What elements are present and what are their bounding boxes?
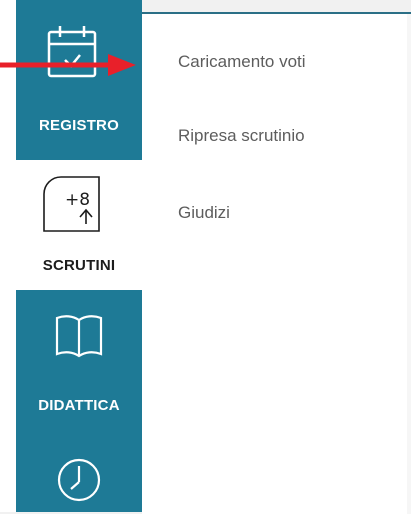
sidebar-item-registro[interactable]: REGISTRO xyxy=(16,0,142,160)
svg-text:+8: +8 xyxy=(65,190,90,210)
sidebar-item-label: REGISTRO xyxy=(39,117,119,134)
red-arrow-icon xyxy=(0,54,136,76)
book-icon xyxy=(55,315,103,358)
submenu-scrollbar[interactable] xyxy=(407,14,411,514)
grade-plus-icon: +8 xyxy=(43,176,100,232)
sidebar-item-label: SCRUTINI xyxy=(42,257,116,274)
sidebar-item-label: DIDATTICA xyxy=(38,397,120,414)
submenu-item-giudizi[interactable]: Giudizi xyxy=(178,203,230,223)
submenu-item-ripresa-scrutinio[interactable]: Ripresa scrutinio xyxy=(178,126,305,146)
submenu-item-caricamento-voti[interactable]: Caricamento voti xyxy=(178,52,306,72)
submenu-panel: Caricamento voti Ripresa scrutinio Giudi… xyxy=(142,12,411,514)
sidebar-item-orario[interactable] xyxy=(16,445,142,512)
sidebar-item-scrutini[interactable]: +8 SCRUTINI xyxy=(16,160,142,290)
sidebar-item-didattica[interactable]: DIDATTICA xyxy=(16,290,142,445)
clock-icon xyxy=(57,458,101,502)
